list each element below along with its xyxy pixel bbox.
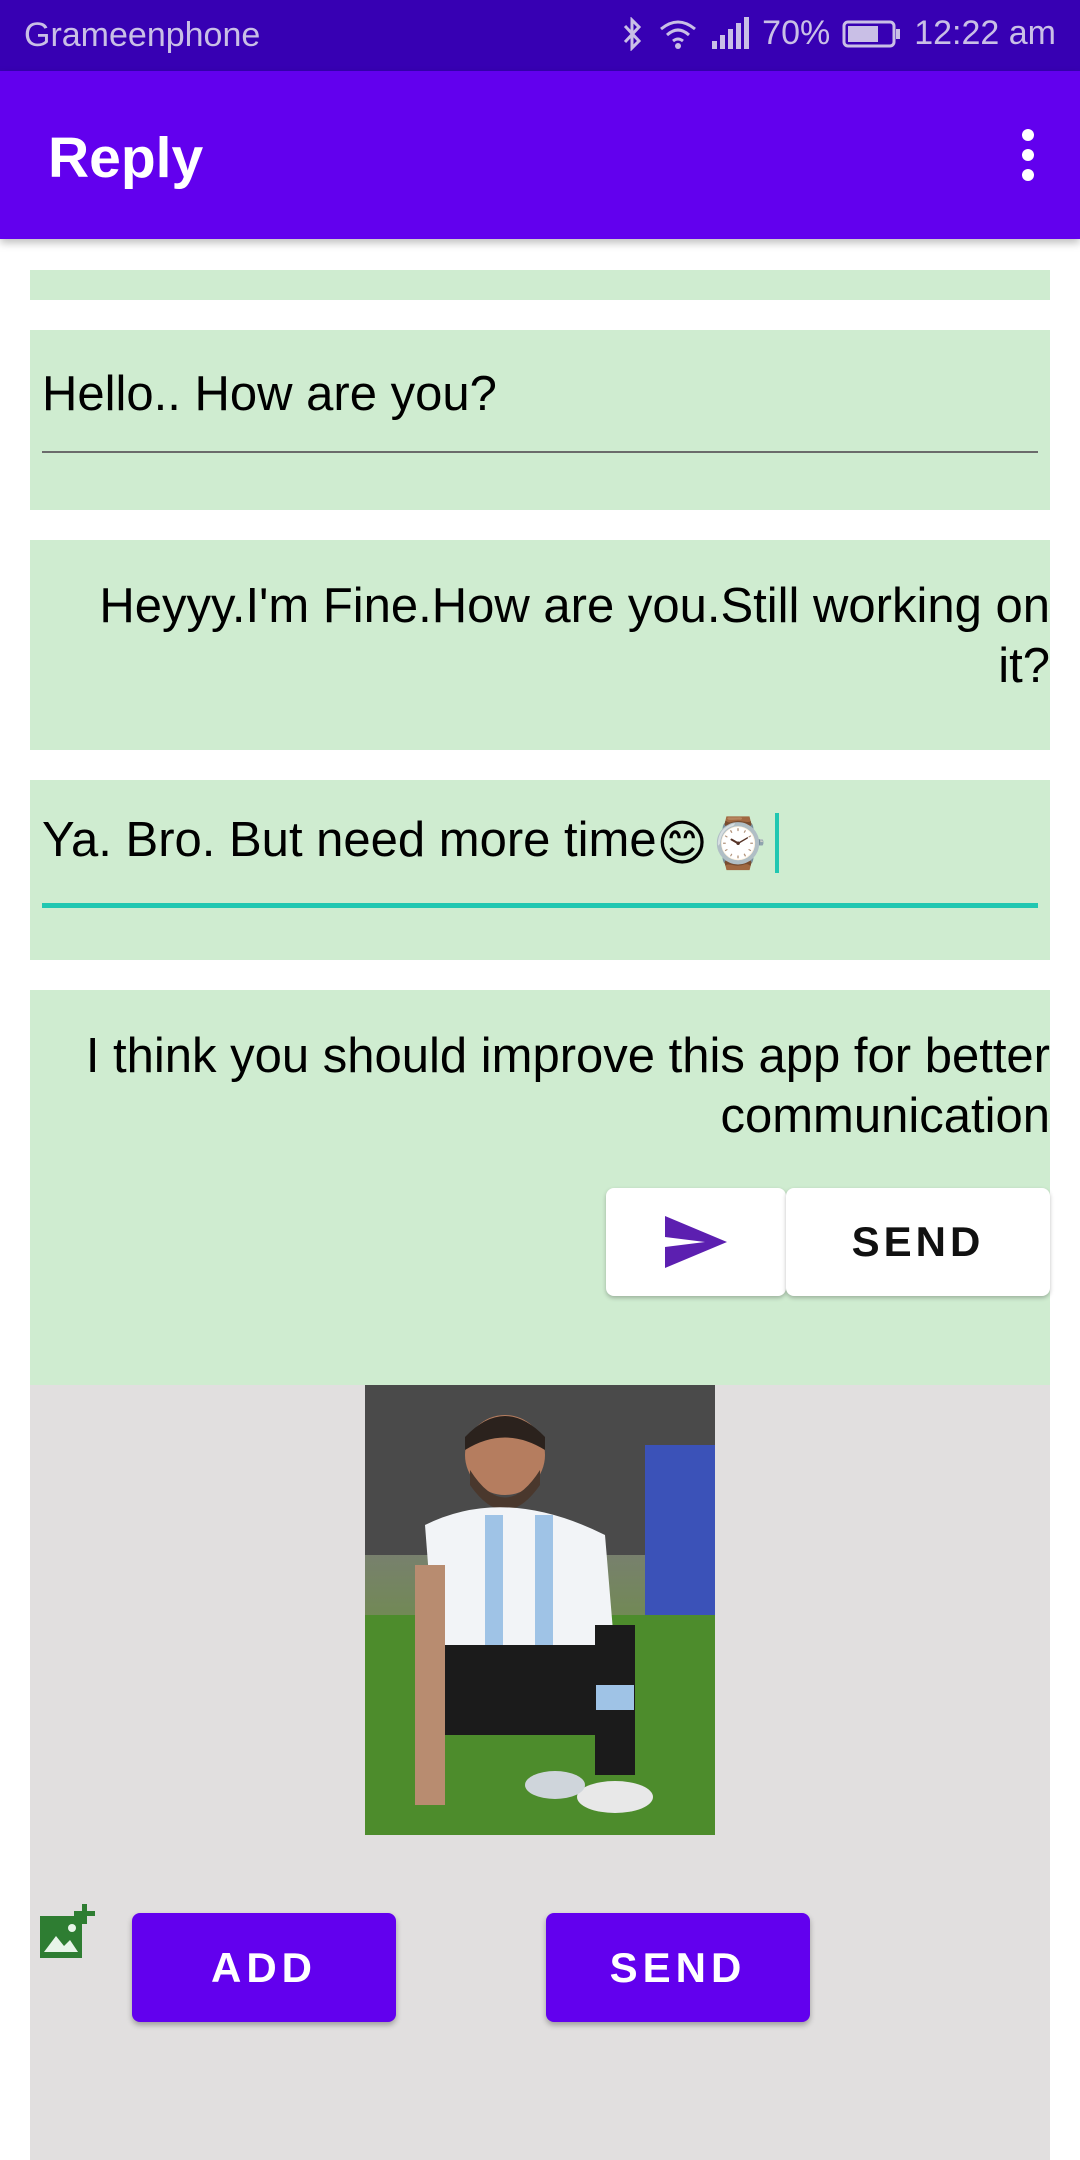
reply-text-1: Heyyy.I'm Fine.How are you.Still working… xyxy=(99,579,1050,693)
send-arrow-icon xyxy=(665,1216,727,1268)
message-card-1: Hello.. How are you? xyxy=(30,330,1050,510)
reply-text-2: I think you should improve this app for … xyxy=(85,1029,1050,1143)
message-input-2-value: Ya. Bro. But need more time xyxy=(42,813,657,867)
app-bar: Reply xyxy=(0,71,1080,239)
send-button-label: SEND xyxy=(851,1218,985,1265)
message-card-partial xyxy=(30,270,1050,300)
message-card-2: Heyyy.I'm Fine.How are you.Still working… xyxy=(30,540,1050,750)
message-card-4: I think you should improve this app for … xyxy=(30,990,1050,1385)
wifi-icon xyxy=(660,20,697,49)
battery-percent: 70% xyxy=(762,14,831,52)
message-input-2[interactable]: Ya. Bro. But need more time😊⌚ xyxy=(42,812,1038,874)
send-image-button[interactable]: SEND xyxy=(546,1913,810,2022)
overflow-menu-icon[interactable] xyxy=(1016,129,1040,185)
carrier-name: Grameenphone xyxy=(24,16,261,54)
status-bar: Grameenphone 70% 12:22 am xyxy=(0,0,1080,71)
photo-illustration xyxy=(365,1385,715,1835)
message-card-3: Ya. Bro. But need more time😊⌚ xyxy=(30,780,1050,960)
message-input-1-value: Hello.. How are you? xyxy=(42,367,497,421)
signal-icon xyxy=(712,16,750,49)
bluetooth-icon xyxy=(624,16,642,51)
message-input-1-underline xyxy=(42,451,1038,453)
add-image-icon[interactable] xyxy=(38,1902,98,1962)
add-button[interactable]: ADD xyxy=(132,1913,396,2022)
clock: 12:22 am xyxy=(914,14,1056,52)
selected-photo xyxy=(365,1385,715,1835)
message-input-2-underline xyxy=(42,903,1038,908)
text-cursor xyxy=(774,813,779,874)
battery-icon xyxy=(842,20,901,47)
page-title: Reply xyxy=(48,126,204,190)
emoji-glyphs: 😊⌚ xyxy=(656,816,769,871)
send-icon-button[interactable] xyxy=(606,1188,786,1296)
send-button[interactable]: SEND xyxy=(786,1188,1050,1296)
message-input-1[interactable]: Hello.. How are you? xyxy=(42,366,1038,422)
